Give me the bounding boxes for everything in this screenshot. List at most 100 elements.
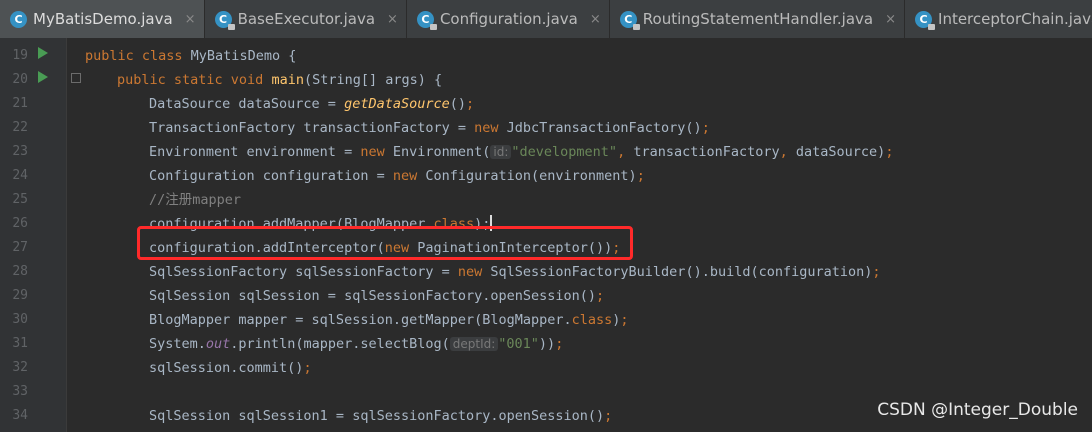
line-number: 29 xyxy=(12,288,28,303)
identifier: Configuration(environment) xyxy=(425,168,637,184)
semicolon: ; xyxy=(466,96,475,112)
method-call: getDataSource xyxy=(344,96,450,112)
identifier: Environment environment = xyxy=(149,144,361,160)
tab-label: Configuration.java xyxy=(439,10,578,28)
code-text[interactable]: SqlSessionFactory sqlSessionFactory = ne… xyxy=(149,260,881,284)
identifier: SqlSession sqlSession = sqlSessionFactor… xyxy=(149,288,597,304)
string-literal: "001" xyxy=(498,336,539,352)
semicolon: ; xyxy=(555,336,564,352)
tab-label: InterceptorChain.java xyxy=(938,10,1092,28)
code-text[interactable]: System.out.println(mapper.selectBlog(dep… xyxy=(149,332,563,356)
code-text[interactable]: Environment environment = new Environmen… xyxy=(149,140,893,164)
tab-mybatisdemo[interactable]: C MyBatisDemo.java × xyxy=(0,0,205,38)
line-number: 19 xyxy=(12,48,28,63)
static-field: out xyxy=(205,336,231,352)
identifier: SqlSessionFactoryBuilder().build(configu… xyxy=(490,264,873,280)
tab-routingstatementhandler[interactable]: C RoutingStatementHandler.java × xyxy=(610,0,906,38)
code-text[interactable]: SqlSession sqlSession1 = sqlSessionFacto… xyxy=(149,404,612,428)
class-locked-icon: C xyxy=(915,10,936,30)
code-text[interactable]: DataSource dataSource = getDataSource(); xyxy=(149,92,474,116)
keyword: public class xyxy=(85,48,191,64)
line-number: 24 xyxy=(12,168,28,183)
identifier: .println(mapper.selectBlog( xyxy=(230,336,450,352)
code-text[interactable]: public class MyBatisDemo { xyxy=(85,44,296,68)
code-line: 28 SqlSessionFactory sqlSessionFactory =… xyxy=(0,260,1092,284)
tab-label: MyBatisDemo.java xyxy=(33,10,173,28)
code-line: 23 Environment environment = new Environ… xyxy=(0,140,1092,164)
keyword: new xyxy=(360,144,393,160)
code-text[interactable]: Configuration configuration = new Config… xyxy=(149,164,645,188)
semicolon: ; xyxy=(872,264,881,280)
line-number: 32 xyxy=(12,360,28,375)
parameter-hint: deptId: xyxy=(449,337,499,351)
semicolon: ; xyxy=(596,288,605,304)
editor-tab-bar: C MyBatisDemo.java × C BaseExecutor.java… xyxy=(0,0,1092,39)
identifier: BlogMapper mapper = sqlSession.getMapper… xyxy=(149,312,572,328)
keyword: public static void xyxy=(117,72,272,88)
keyword: new xyxy=(457,264,491,280)
line-number: 34 xyxy=(12,408,28,423)
class-locked-icon: C xyxy=(416,10,437,30)
identifier: DataSource dataSource = xyxy=(149,96,345,112)
identifier: JdbcTransactionFactory() xyxy=(506,120,702,136)
code-text[interactable]: TransactionFactory transactionFactory = … xyxy=(149,116,710,140)
method-name: main xyxy=(271,72,304,88)
identifier: Configuration configuration = xyxy=(149,168,393,184)
comma: , xyxy=(617,144,634,160)
identifier: () xyxy=(449,96,467,112)
identifier: sqlSession.commit() xyxy=(149,360,304,376)
tab-configuration[interactable]: C Configuration.java × xyxy=(407,0,610,38)
highlight-annotation-box xyxy=(137,226,633,260)
code-text[interactable]: SqlSession sqlSession = sqlSessionFactor… xyxy=(149,284,604,308)
identifier: transactionFactory xyxy=(633,144,780,160)
tab-baseexecutor[interactable]: C BaseExecutor.java × xyxy=(205,0,407,38)
code-line: 20 public static void main(String[] args… xyxy=(0,68,1092,92)
semicolon: ; xyxy=(604,408,613,424)
comma: , xyxy=(779,144,796,160)
line-number: 22 xyxy=(12,120,28,135)
semicolon: ; xyxy=(885,144,894,160)
code-line: 24 Configuration configuration = new Con… xyxy=(0,164,1092,188)
identifier: Environment( xyxy=(392,144,491,160)
line-number: 31 xyxy=(12,336,28,351)
line-number: 27 xyxy=(12,240,28,255)
identifier: dataSource) xyxy=(795,144,886,160)
class-icon: C xyxy=(10,10,27,28)
close-icon[interactable]: × xyxy=(387,12,398,27)
string-literal: "development" xyxy=(511,144,618,160)
parameter-hint: id: xyxy=(490,145,512,159)
keyword: new xyxy=(474,120,507,136)
tab-label: RoutingStatementHandler.java xyxy=(642,10,874,28)
code-line: 21 DataSource dataSource = getDataSource… xyxy=(0,92,1092,116)
code-line: 31 System.out.println(mapper.selectBlog(… xyxy=(0,332,1092,356)
line-number: 21 xyxy=(12,96,28,111)
class-locked-icon: C xyxy=(619,10,640,30)
line-number: 25 xyxy=(12,192,28,207)
code-line: 30 BlogMapper mapper = sqlSession.getMap… xyxy=(0,308,1092,332)
identifier: (String[] args) { xyxy=(303,72,443,88)
code-line: 19 public class MyBatisDemo { xyxy=(0,44,1092,68)
identifier: SqlSession sqlSession1 = sqlSessionFacto… xyxy=(149,408,605,424)
code-text[interactable]: public static void main(String[] args) { xyxy=(117,68,442,92)
code-comment[interactable]: //注册mapper xyxy=(149,188,241,212)
tab-label: BaseExecutor.java xyxy=(237,10,376,28)
line-number: 30 xyxy=(12,312,28,327)
code-text[interactable]: sqlSession.commit(); xyxy=(149,356,312,380)
close-icon[interactable]: × xyxy=(185,12,196,27)
keyword: class xyxy=(571,312,613,328)
keyword: new xyxy=(392,168,426,184)
code-text[interactable]: BlogMapper mapper = sqlSession.getMapper… xyxy=(149,308,629,332)
line-number: 23 xyxy=(12,144,28,159)
close-icon[interactable]: × xyxy=(590,12,601,27)
close-icon[interactable]: × xyxy=(885,12,896,27)
identifier: System. xyxy=(149,336,206,352)
watermark: CSDN @Integer_Double xyxy=(877,400,1078,420)
identifier: MyBatisDemo { xyxy=(190,48,297,64)
line-number: 20 xyxy=(12,72,28,87)
identifier: TransactionFactory transactionFactory = xyxy=(149,120,475,136)
identifier: )) xyxy=(538,336,556,352)
code-line: 22 TransactionFactory transactionFactory… xyxy=(0,116,1092,140)
code-line: 29 SqlSession sqlSession = sqlSessionFac… xyxy=(0,284,1092,308)
tab-interceptorchain[interactable]: C InterceptorChain.java xyxy=(905,0,1092,38)
line-number: 26 xyxy=(12,216,28,231)
